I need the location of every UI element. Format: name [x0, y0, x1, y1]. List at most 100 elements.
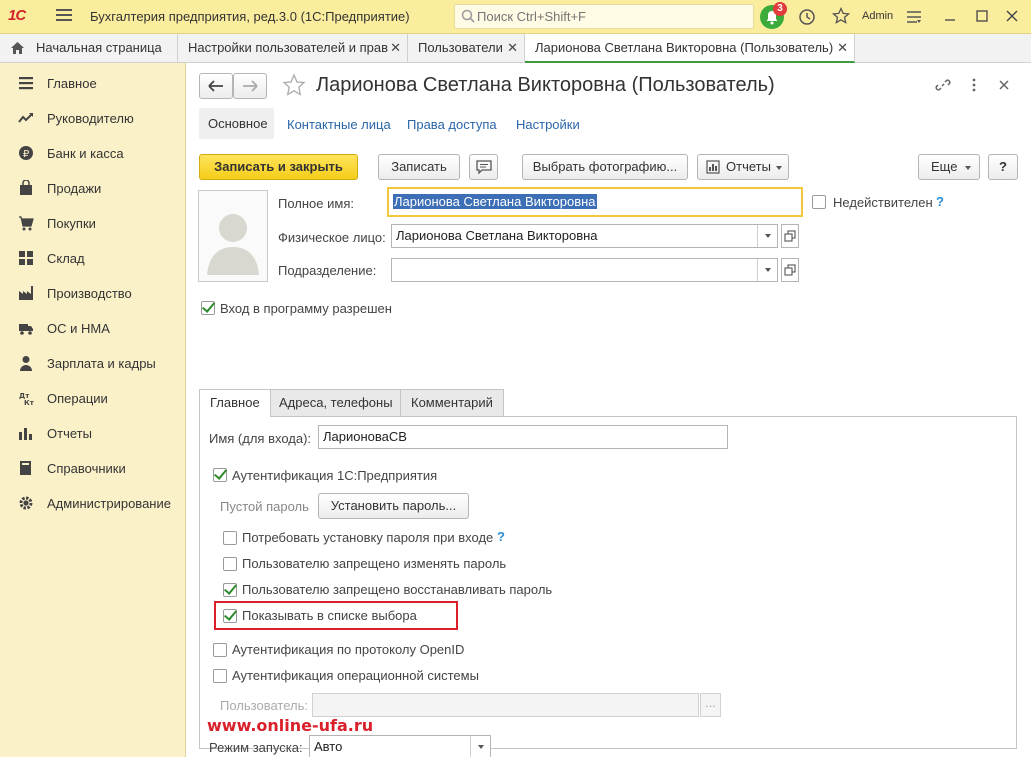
launch-mode-select[interactable]: Авто: [309, 735, 491, 757]
nav-settings-link[interactable]: Настройки: [516, 117, 580, 132]
sidebar-item-warehouse[interactable]: Склад: [0, 240, 186, 275]
department-label: Подразделение:: [278, 263, 377, 278]
sidebar-item-label: Главное: [47, 76, 97, 91]
global-search[interactable]: [454, 4, 754, 29]
help-button[interactable]: ?: [988, 154, 1018, 180]
sidebar-item-label: Покупки: [47, 216, 96, 231]
login-allowed-checkbox[interactable]: [201, 301, 215, 315]
person-value: Ларионова Светлана Викторовна: [396, 228, 598, 243]
close-tab-icon[interactable]: ✕: [837, 40, 848, 56]
close-form-icon[interactable]: [996, 77, 1012, 93]
person-input[interactable]: Ларионова Светлана Викторовна: [391, 224, 778, 248]
auth-os-checkbox[interactable]: [213, 669, 227, 683]
sidebar-item-production[interactable]: Производство: [0, 275, 186, 310]
forbid-restore-checkbox[interactable]: [223, 583, 237, 597]
dropdown-arrow-icon[interactable]: [757, 259, 777, 281]
auth-1c-checkbox[interactable]: [213, 468, 227, 482]
current-user[interactable]: Admin: [862, 10, 893, 22]
arrow-right-icon: [243, 80, 258, 92]
sidebar-item-purchases[interactable]: Покупки: [0, 205, 186, 240]
full-name-input[interactable]: Ларионова Светлана Викторовна: [387, 187, 803, 217]
trend-icon: [18, 113, 33, 123]
set-password-button[interactable]: Установить пароль...: [318, 493, 469, 519]
sidebar-item-label: Отчеты: [47, 426, 92, 441]
help-question-icon[interactable]: ?: [936, 194, 944, 209]
truck-icon: [19, 324, 33, 335]
settings-menu-icon[interactable]: [906, 9, 922, 25]
sidebar-item-manager[interactable]: Руководителю: [0, 100, 186, 135]
tab-user-settings[interactable]: Настройки пользователей и прав ✕: [178, 34, 408, 63]
nav-main-active[interactable]: Основное: [199, 108, 274, 139]
save-button[interactable]: Записать: [378, 154, 460, 180]
sidebar-item-admin[interactable]: Администрирование: [0, 485, 186, 520]
subtab-addresses[interactable]: Адреса, телефоны: [268, 389, 404, 416]
user-photo[interactable]: [198, 190, 268, 282]
open-person-button[interactable]: [781, 224, 799, 248]
main-menu-icon[interactable]: [56, 9, 72, 23]
help-question-icon[interactable]: ?: [497, 529, 505, 544]
minimize-icon[interactable]: [942, 8, 958, 24]
more-actions-icon[interactable]: [966, 77, 982, 93]
department-input[interactable]: [391, 258, 778, 282]
sidebar-item-label: Производство: [47, 286, 132, 301]
login-name-input[interactable]: ЛарионоваСВ: [318, 425, 728, 449]
close-tab-icon[interactable]: ✕: [390, 40, 401, 56]
sidebar-item-salary[interactable]: Зарплата и кадры: [0, 345, 186, 380]
cart-icon: [19, 216, 34, 231]
require-password-label: Потребовать установку пароля при входе: [242, 530, 494, 545]
dropdown-arrow-icon[interactable]: [757, 225, 777, 247]
dropdown-arrow-icon[interactable]: [470, 736, 490, 757]
sections-sidebar: Главное Руководителю ₽ Банк и касса Прод…: [0, 63, 186, 757]
menu-icon: [19, 77, 33, 90]
comment-button[interactable]: [469, 154, 498, 180]
sidebar-item-main[interactable]: Главное: [0, 65, 186, 100]
tab-label: Пользователи: [418, 40, 503, 55]
back-button[interactable]: [199, 73, 233, 99]
person-icon: [20, 356, 32, 371]
favorite-star-icon[interactable]: [282, 73, 306, 97]
close-window-icon[interactable]: [1004, 8, 1020, 24]
more-button[interactable]: Еще: [918, 154, 980, 180]
maximize-icon[interactable]: [974, 8, 990, 24]
nav-rights-link[interactable]: Права доступа: [407, 117, 497, 132]
tab-label: Ларионова Светлана Викторовна (Пользоват…: [535, 40, 834, 55]
comment-icon: [475, 160, 492, 175]
watermark-text: www.online-ufa.ru: [207, 716, 374, 735]
link-icon[interactable]: [935, 77, 951, 93]
launch-mode-label: Режим запуска:: [209, 740, 303, 755]
tab-current-user[interactable]: Ларионова Светлана Викторовна (Пользоват…: [525, 34, 855, 63]
login-name-label: Имя (для входа):: [209, 431, 312, 446]
reports-label: Отчеты: [726, 159, 771, 174]
os-user-label: Пользователь:: [220, 698, 308, 713]
sidebar-item-bank[interactable]: ₽ Банк и касса: [0, 135, 186, 170]
tab-home[interactable]: Начальная страница: [0, 34, 178, 63]
save-and-close-button[interactable]: Записать и закрыть: [199, 154, 358, 180]
history-icon[interactable]: [798, 8, 816, 26]
sidebar-item-reports[interactable]: Отчеты: [0, 415, 186, 450]
sidebar-item-label: Администрирование: [47, 496, 171, 511]
subtab-comment[interactable]: Комментарий: [400, 389, 504, 416]
sidebar-item-operations[interactable]: Дт Кт Операции: [0, 380, 186, 415]
empty-password-label: Пустой пароль: [220, 499, 309, 514]
forward-button[interactable]: [233, 73, 267, 99]
search-input[interactable]: [477, 7, 747, 26]
sidebar-item-sales[interactable]: Продажи: [0, 170, 186, 205]
sidebar-item-label: Справочники: [47, 461, 126, 476]
svg-text:₽: ₽: [23, 149, 30, 160]
invalid-checkbox[interactable]: [812, 195, 826, 209]
nav-contacts-link[interactable]: Контактные лица: [287, 117, 391, 132]
close-tab-icon[interactable]: ✕: [507, 40, 518, 56]
choose-photo-button[interactable]: Выбрать фотографию...: [522, 154, 688, 180]
tab-users[interactable]: Пользователи ✕: [408, 34, 525, 63]
subtab-main[interactable]: Главное: [199, 389, 271, 417]
sidebar-item-assets[interactable]: ОС и НМА: [0, 310, 186, 345]
require-password-checkbox[interactable]: [223, 531, 237, 545]
forbid-change-checkbox[interactable]: [223, 557, 237, 571]
favorites-star-icon[interactable]: [832, 7, 850, 25]
open-department-button[interactable]: [781, 258, 799, 282]
show-in-list-checkbox[interactable]: [223, 609, 237, 623]
sidebar-item-catalogs[interactable]: Справочники: [0, 450, 186, 485]
full-name-label: Полное имя:: [278, 196, 354, 211]
auth-openid-checkbox[interactable]: [213, 643, 227, 657]
reports-button[interactable]: Отчеты: [697, 154, 789, 180]
